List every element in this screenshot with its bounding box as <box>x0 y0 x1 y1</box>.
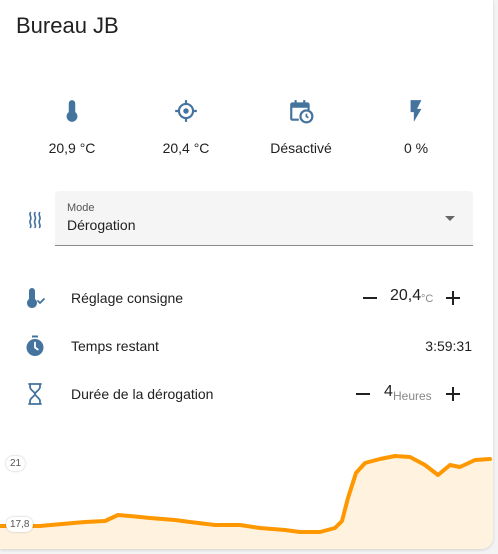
stat-target-value: 20,4 °C <box>162 140 210 156</box>
override-duration-label: Durée de la dérogation <box>71 386 214 402</box>
mode-select-value: Dérogation <box>67 217 136 233</box>
stat-schedule-value: Désactivé <box>270 140 332 156</box>
thermostat-card: Bureau JB 20,9 °C 20,4 °C Désactivé 0 % … <box>0 0 493 549</box>
override-increase-button[interactable] <box>443 384 463 404</box>
timer-icon <box>23 334 47 363</box>
stat-temperature[interactable]: 20,9 °C <box>17 98 127 156</box>
setpoint-decrease-button[interactable] <box>360 288 380 308</box>
graph-y-label-max: 21 <box>6 456 26 471</box>
setpoint-increase-button[interactable] <box>443 288 463 308</box>
setpoint-label: Réglage consigne <box>71 290 184 306</box>
override-duration-row: Durée de la dérogation 4 Heures <box>0 380 493 408</box>
setpoint-value: 20,4 <box>390 287 422 304</box>
mode-select[interactable]: Mode Dérogation <box>55 191 473 246</box>
thermometer-icon <box>17 98 127 124</box>
mode-select-label: Mode <box>67 202 95 214</box>
card-title: Bureau JB <box>16 13 119 38</box>
history-graph <box>0 454 493 549</box>
stat-temperature-value: 20,9 °C <box>48 140 96 156</box>
calendar-clock-icon <box>246 98 356 124</box>
stat-power-value: 0 % <box>403 140 429 156</box>
stat-target[interactable]: 20,4 °C <box>131 98 241 156</box>
override-unit: Heures <box>393 389 432 403</box>
remaining-time-value: 3:59:31 <box>425 338 472 354</box>
override-value: 4 <box>384 383 393 400</box>
remaining-time-label: Temps restant <box>71 338 159 354</box>
crosshairs-gps-icon <box>131 98 241 124</box>
flash-icon <box>361 98 471 124</box>
hourglass-icon <box>23 382 47 411</box>
graph-y-label-min: 17,8 <box>6 517 34 532</box>
override-decrease-button[interactable] <box>353 384 373 404</box>
radiator-icon <box>24 209 46 236</box>
setpoint-row: Réglage consigne 20,4 °C <box>0 284 493 312</box>
remaining-time-row: Temps restant 3:59:31 <box>0 332 493 360</box>
history-graph-fill <box>0 456 493 549</box>
stat-power[interactable]: 0 % <box>361 98 471 156</box>
stat-schedule[interactable]: Désactivé <box>246 98 356 156</box>
chevron-down-icon[interactable] <box>445 216 455 221</box>
setpoint-unit: °C <box>421 293 434 305</box>
thermometer-check-icon <box>23 286 47 315</box>
